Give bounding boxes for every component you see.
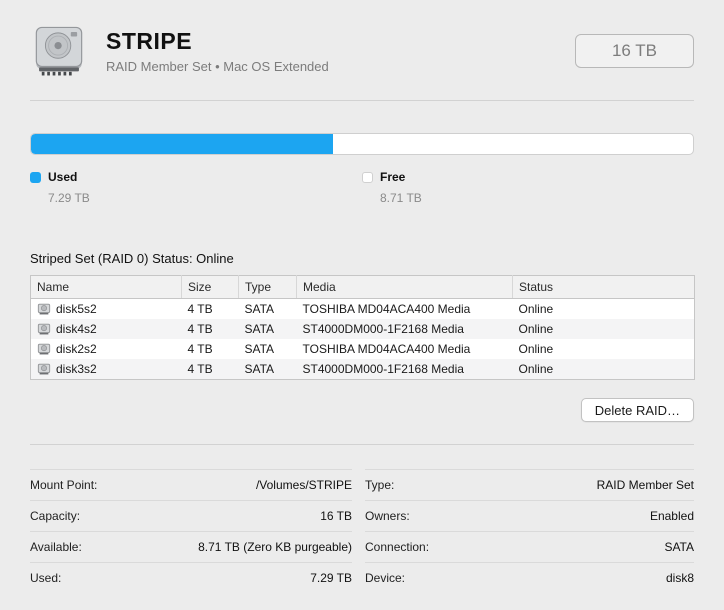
divider-bottom [30,444,694,445]
member-media: ST4000DM000-1F2168 Media [296,319,513,339]
legend-free: Free 8.71 TB [362,170,694,205]
info-label: Owners: [365,509,410,523]
used-swatch-icon [30,171,41,183]
volume-header: STRIPE RAID Member Set • Mac OS Extended… [30,22,694,80]
table-header-row: Name Size Type Media Status [30,275,695,299]
member-name: disk4s2 [56,322,97,336]
table-row[interactable]: disk5s2 4 TB SATA TOSHIBA MD04ACA400 Med… [31,299,695,320]
usage-legend: Used 7.29 TB Free 8.71 TB [30,170,694,205]
info-label: Mount Point: [30,478,98,492]
info-value: /Volumes/STRIPE [255,478,352,492]
info-value: disk8 [665,571,694,585]
column-header-type[interactable]: Type [238,275,297,299]
info-value: 8.71 TB (Zero KB purgeable) [198,540,352,554]
column-header-size[interactable]: Size [181,275,239,299]
disk-icon [37,322,51,336]
info-row-connection: Connection: SATA [365,531,694,562]
member-status: Online [512,319,695,339]
free-label: Free [380,170,406,184]
member-status: Online [518,302,554,316]
volume-subtitle: RAID Member Set • Mac OS Extended [106,59,329,74]
usage-bar [30,133,694,155]
info-value: 16 TB [320,509,352,523]
member-type: SATA [244,342,275,356]
info-value: Enabled [649,509,694,523]
info-label: Available: [30,540,82,554]
disk-icon [37,302,51,316]
info-row-mount-point: Mount Point: /Volumes/STRIPE [30,469,352,500]
info-row-owners: Owners: Enabled [365,500,694,531]
member-media: ST4000DM000-1F2168 Media [296,359,513,380]
raid-members-table: Name Size Type Media Status disk5s2 4 TB… [30,275,695,380]
free-swatch-icon [362,171,373,183]
member-name: disk3s2 [56,362,97,376]
member-status: Online [518,342,554,356]
member-media: TOSHIBA MD04ACA400 Media [302,302,471,316]
info-label: Capacity: [30,509,81,523]
member-name: disk2s2 [56,342,97,356]
member-size: 4 TB [181,359,239,380]
table-row[interactable]: disk2s2 4 TB SATA TOSHIBA MD04ACA400 Med… [31,339,695,359]
info-column-left: Mount Point: /Volumes/STRIPE Capacity: 1… [30,469,352,593]
info-row-available: Available: 8.71 TB (Zero KB purgeable) [30,531,352,562]
free-value: 8.71 TB [380,191,422,205]
member-size: 4 TB [181,319,239,339]
member-size: 4 TB [187,342,213,356]
member-type: SATA [244,302,275,316]
volume-info: Mount Point: /Volumes/STRIPE Capacity: 1… [30,469,694,593]
table-row[interactable]: disk3s2 4 TB SATA ST4000DM000-1F2168 Med… [30,359,695,380]
info-row-used: Used: 7.29 TB [30,562,352,593]
info-label: Device: [365,571,406,585]
hard-drive-icon [30,22,88,80]
usage-used-fill [31,134,333,154]
delete-raid-button[interactable]: Delete RAID… [580,398,694,422]
used-value: 7.29 TB [48,191,90,205]
member-type: SATA [238,319,297,339]
member-size: 4 TB [187,302,213,316]
column-header-media[interactable]: Media [296,275,513,299]
volume-title: STRIPE [106,28,193,54]
column-header-status[interactable]: Status [512,275,695,299]
info-value: SATA [664,540,694,554]
info-column-right: Type: RAID Member Set Owners: Enabled Co… [365,469,694,593]
column-header-name[interactable]: Name [30,275,182,299]
info-label: Connection: [365,540,430,554]
legend-used: Used 7.29 TB [30,170,362,205]
member-status: Online [512,359,695,380]
info-row-capacity: Capacity: 16 TB [30,500,352,531]
total-size-badge: 16 TB [575,34,694,68]
table-row[interactable]: disk4s2 4 TB SATA ST4000DM000-1F2168 Med… [30,319,695,339]
info-row-device: Device: disk8 [365,562,694,593]
info-label: Type: [365,478,395,492]
info-value: RAID Member Set [596,478,694,492]
member-media: TOSHIBA MD04ACA400 Media [302,342,471,356]
info-value: 7.29 TB [310,571,352,585]
disk-icon [37,362,51,376]
disk-utility-panel: STRIPE RAID Member Set • Mac OS Extended… [0,0,724,610]
divider-top [30,100,694,101]
disk-icon [37,342,51,356]
member-name: disk5s2 [56,302,97,316]
member-type: SATA [238,359,297,380]
raid-status-title: Striped Set (RAID 0) Status: Online [30,251,234,266]
info-row-type: Type: RAID Member Set [365,469,694,500]
info-label: Used: [30,571,62,585]
used-label: Used [48,170,78,184]
